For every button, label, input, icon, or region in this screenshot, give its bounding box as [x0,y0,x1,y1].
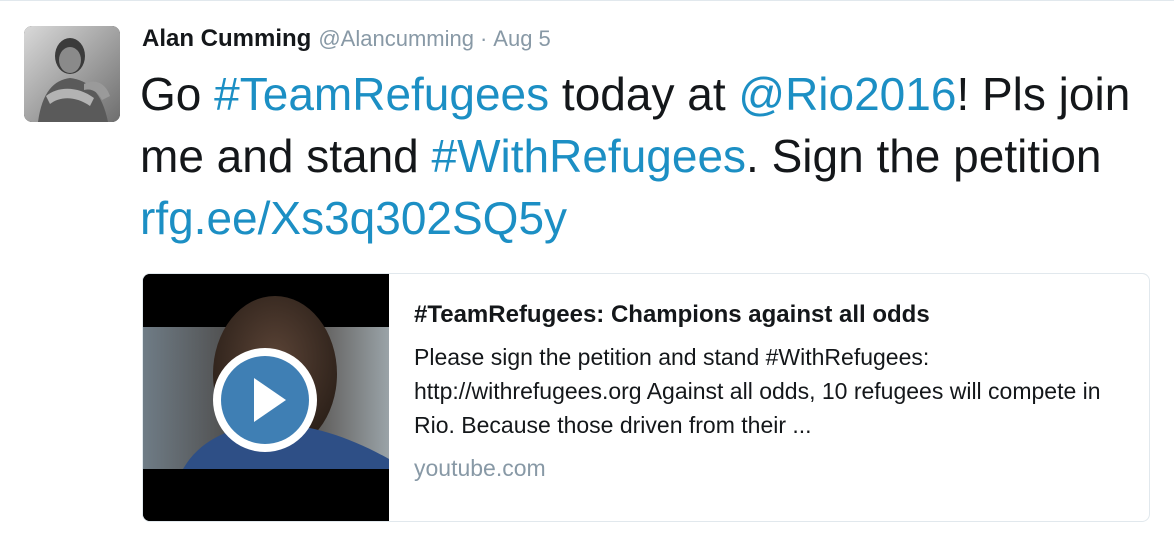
tweet-text: Go #TeamRefugees today at @Rio2016! Pls … [140,63,1160,249]
tweet-text-segment: today at [549,68,739,120]
tweet-text-segment: Go [140,68,215,120]
hashtag-link-teamrefugees[interactable]: #TeamRefugees [214,68,549,120]
hashtag-link-withrefugees[interactable]: #WithRefugees [432,130,747,182]
video-thumbnail[interactable] [143,274,389,521]
link-preview-card[interactable]: #TeamRefugees: Champions against all odd… [142,273,1150,522]
card-description: Please sign the petition and stand #With… [414,344,1101,438]
card-domain: youtube.com [414,455,546,481]
mention-link-rio2016[interactable]: @Rio2016 [738,68,956,120]
avatar[interactable] [24,26,120,122]
user-avatar-icon [24,26,120,122]
author-handle[interactable]: @Alancumming [318,26,474,52]
tweet[interactable]: Alan Cumming @Alancumming · Aug 5 Go #Te… [0,0,1174,538]
tweet-timestamp[interactable]: Aug 5 [493,26,551,52]
petition-url-link[interactable]: rfg.ee/Xs3q302SQ5y [140,192,567,244]
header-separator: · [479,26,488,51]
play-icon[interactable] [210,345,320,455]
card-body: #TeamRefugees: Champions against all odd… [414,296,1134,482]
tweet-text-segment: . Sign the petition [746,130,1102,182]
tweet-header: Alan Cumming @Alancumming · Aug 5 [142,25,551,59]
author-name[interactable]: Alan Cumming [142,25,311,53]
card-title[interactable]: #TeamRefugees: Champions against all odd… [414,296,1134,334]
